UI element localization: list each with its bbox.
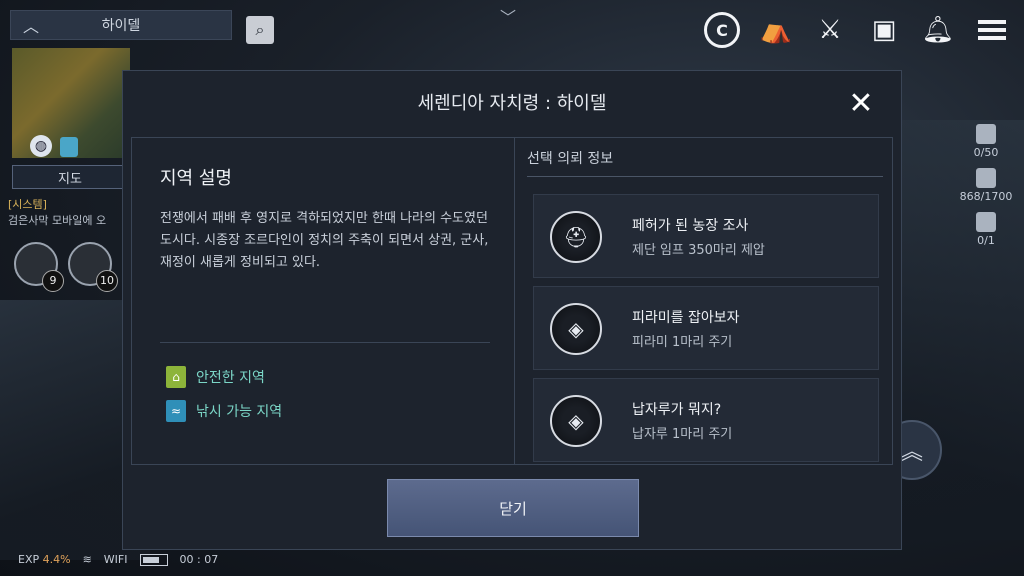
- quest-item[interactable]: ⛑ 페허가 된 농장 조사 제단 임프 350마리 제압: [533, 194, 879, 278]
- quest-title: 페허가 된 농장 조사: [632, 218, 749, 234]
- region-name: 하이델: [101, 18, 141, 34]
- camp-icon[interactable]: ⛺: [756, 10, 796, 50]
- region-description-panel: 지역 설명 전쟁에서 패배 후 영지로 격하되었지만 한때 나라의 수도였던 도…: [132, 138, 515, 464]
- pet-count: 9: [42, 270, 64, 292]
- wifi-label: WIFI: [103, 553, 128, 566]
- wifi-icon: ≋: [82, 553, 92, 566]
- globe-icon[interactable]: ◍: [30, 135, 52, 157]
- helmet-icon: [976, 124, 996, 144]
- chevron-up-icon[interactable]: ︿: [11, 13, 51, 37]
- chevron-down-icon[interactable]: ﹀: [500, 4, 516, 28]
- quest-title: 납자루가 뭐지?: [632, 402, 722, 418]
- top-toolbar: C ⛺ ⚔ ▣ 🔔︎: [702, 10, 1012, 50]
- feature-label: 안전한 지역: [196, 370, 265, 386]
- dialog-body: 지역 설명 전쟁에서 패배 후 영지로 격하되었지만 한때 나라의 수도였던 도…: [131, 137, 893, 465]
- quest-panel-header: 선택 의뢰 정보: [527, 148, 883, 177]
- fishing-zone-icon: [60, 137, 78, 157]
- currency-icon[interactable]: C: [702, 10, 742, 50]
- battery-icon: [139, 553, 168, 566]
- bag-icon[interactable]: ▣: [864, 10, 904, 50]
- region-info-dialog: 세렌디아 자치령 : 하이델 ✕ 지역 설명 전쟁에서 패배 후 영지로 격하되…: [122, 70, 902, 550]
- pet-slot-2[interactable]: 10: [68, 242, 118, 292]
- tracker-value: 0/1: [977, 234, 995, 247]
- helmet-icon: ⛑: [550, 211, 602, 263]
- exp-label: EXP: [18, 553, 40, 566]
- close-button[interactable]: 닫기: [387, 479, 639, 537]
- quest-subtitle: 납자루 1마리 주기: [632, 427, 733, 442]
- system-message[interactable]: 검은사막 모바일에 오: [8, 212, 106, 228]
- clock: 00 : 07: [179, 553, 219, 566]
- dialog-title: 세렌디아 자치령 : 하이델: [417, 93, 607, 114]
- quest-item[interactable]: ◈ 피라미를 잡아보자 피라미 1마리 주기: [533, 286, 879, 370]
- quest-subtitle: 피라미 1마리 주기: [632, 335, 733, 350]
- tracker-value: 0/50: [973, 146, 999, 159]
- feature-label: 낚시 가능 지역: [196, 404, 283, 420]
- quest-subtitle: 제단 임프 350마리 제압: [632, 243, 765, 258]
- divider: [160, 342, 490, 343]
- region-title: 지역 설명: [160, 168, 232, 189]
- diamond-quest-icon: ◈: [550, 303, 602, 355]
- quest-title: 피라미를 잡아보자: [632, 310, 740, 326]
- quest-info-panel: 선택 의뢰 정보 ⛑ 페허가 된 농장 조사 제단 임프 350마리 제압 ◈ …: [515, 138, 892, 464]
- safe-zone-icon: ⌂: [166, 366, 186, 388]
- region-description: 전쟁에서 패배 후 영지로 격하되었지만 한때 나라의 수도였던 도시다. 시종…: [160, 211, 489, 270]
- minimap-header[interactable]: ︿ 하이델: [10, 10, 232, 40]
- exp-value: 4.4%: [42, 553, 71, 566]
- crossed-weapons-icon[interactable]: ⚔: [810, 10, 850, 50]
- quest-item[interactable]: ◈ 납자루가 뭐지? 납자루 1마리 주기: [533, 378, 879, 462]
- pet-count: 10: [96, 270, 118, 292]
- menu-icon[interactable]: [972, 10, 1012, 50]
- bell-icon[interactable]: 🔔︎: [918, 10, 958, 50]
- tracker-helmet[interactable]: 0/50: [956, 124, 1016, 159]
- tracker-house[interactable]: 0/1: [956, 212, 1016, 247]
- status-bar: EXP 4.4% ≋ WIFI 00 : 07: [18, 553, 218, 566]
- close-icon[interactable]: ✕: [847, 89, 875, 119]
- alert-icon: [976, 168, 996, 188]
- system-label: [시스템]: [8, 198, 47, 211]
- tracker-alert[interactable]: 868/1700: [956, 168, 1016, 203]
- feature-safe-zone: ⌂ 안전한 지역: [166, 366, 265, 388]
- pet-slot-1[interactable]: 9: [14, 242, 64, 292]
- tracker-value: 868/1700: [959, 190, 1013, 203]
- map-button[interactable]: 지도: [12, 165, 128, 189]
- house-icon: [976, 212, 996, 232]
- search-icon[interactable]: ⌕: [246, 16, 274, 44]
- fishing-icon: ≈: [166, 400, 186, 422]
- feature-fishing: ≈ 낚시 가능 지역: [166, 400, 282, 422]
- diamond-quest-icon: ◈: [550, 395, 602, 447]
